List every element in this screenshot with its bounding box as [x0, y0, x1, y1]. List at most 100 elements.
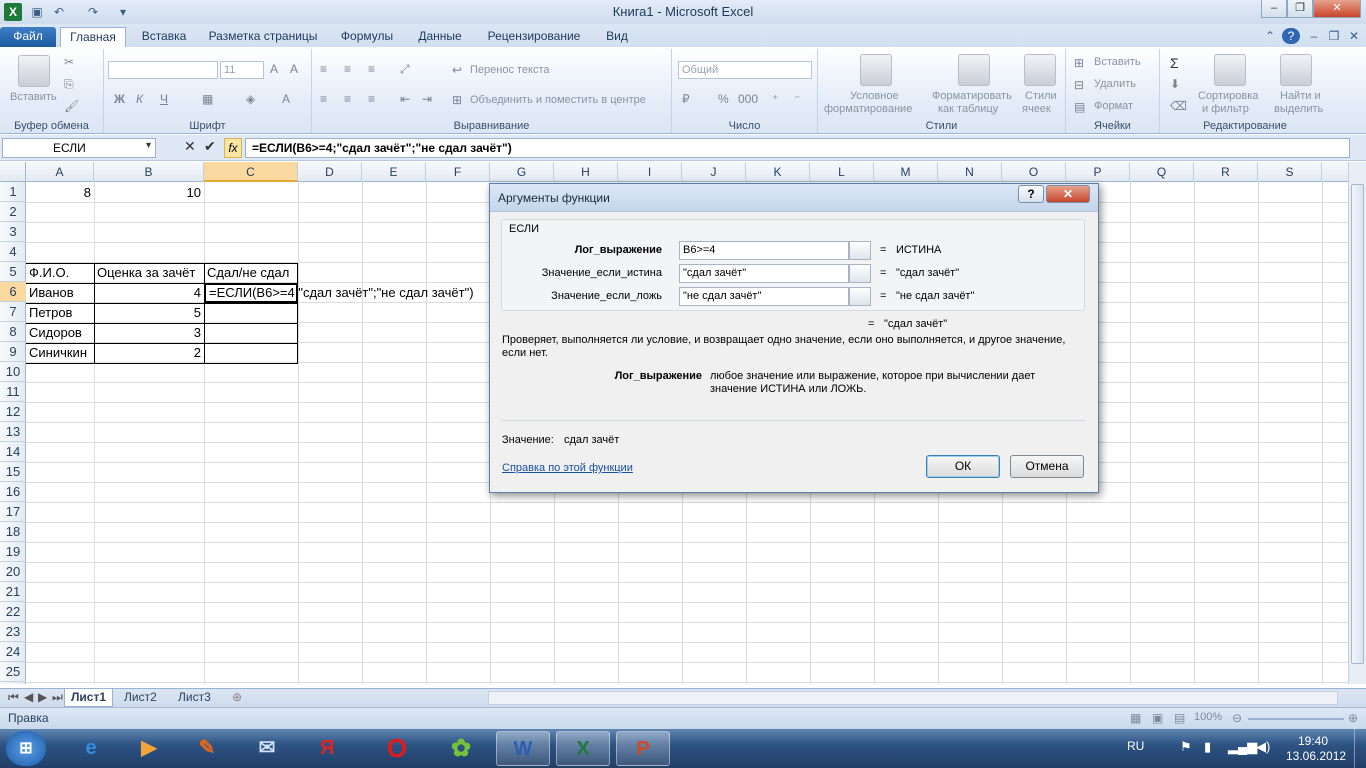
dialog-title-bar[interactable]: Аргументы функции ? ✕: [490, 184, 1098, 212]
col-header-f[interactable]: F: [426, 162, 490, 182]
horizontal-scrollbar[interactable]: [488, 691, 1338, 705]
media-player-icon[interactable]: ▶: [122, 731, 176, 766]
cell-b1[interactable]: 10: [94, 183, 204, 203]
insert-cells-button[interactable]: Вставить: [1094, 56, 1141, 68]
row-header-14[interactable]: 14: [0, 442, 26, 462]
clear-icon[interactable]: ⌫: [1170, 99, 1187, 113]
row-header-17[interactable]: 17: [0, 502, 26, 522]
col-header-a[interactable]: A: [26, 162, 94, 182]
find-select-icon[interactable]: [1280, 54, 1312, 86]
help-link[interactable]: Справка по этой функции: [502, 462, 633, 475]
col-header-i[interactable]: I: [618, 162, 682, 182]
sheet-tab-1[interactable]: Лист1: [64, 689, 114, 707]
wrap-text-icon[interactable]: ↩: [452, 63, 462, 77]
tab-insert[interactable]: Вставка: [135, 27, 193, 47]
close-window-button[interactable]: ✕: [1313, 0, 1361, 18]
action-center-icon[interactable]: ⚑: [1180, 739, 1192, 755]
cond-format-line1[interactable]: Условное: [850, 90, 899, 102]
row-header-10[interactable]: 10: [0, 362, 26, 382]
cell-c5[interactable]: Сдал/не сдал: [204, 263, 298, 283]
paste-label[interactable]: Вставить: [10, 91, 57, 103]
cond-format-line2[interactable]: форматирование: [824, 103, 912, 115]
align-bottom-icon[interactable]: ≡: [368, 62, 375, 76]
tab-data[interactable]: Данные: [410, 27, 470, 47]
row-header-15[interactable]: 15: [0, 462, 26, 482]
insert-function-button[interactable]: fx: [224, 138, 242, 158]
row-header-13[interactable]: 13: [0, 422, 26, 442]
col-header-l[interactable]: L: [810, 162, 874, 182]
merge-center-button[interactable]: Объединить и поместить в центре: [470, 94, 646, 106]
tab-review[interactable]: Рецензирование: [480, 27, 588, 47]
col-header-m[interactable]: M: [874, 162, 938, 182]
currency-icon[interactable]: ₽: [682, 92, 690, 106]
cell-a8[interactable]: Сидоров: [26, 323, 94, 343]
col-header-p[interactable]: P: [1066, 162, 1130, 182]
row-header-2[interactable]: 2: [0, 202, 26, 222]
row-header-9[interactable]: 9: [0, 342, 26, 362]
page-layout-view-icon[interactable]: ▣: [1152, 711, 1163, 725]
start-icon[interactable]: ⊞: [6, 731, 46, 766]
row-header-25[interactable]: 25: [0, 662, 26, 682]
volume-icon[interactable]: ◀): [1256, 739, 1270, 755]
ok-button[interactable]: ОК: [926, 455, 1000, 478]
orientation-icon[interactable]: ⤢: [400, 62, 410, 77]
align-middle-icon[interactable]: ≡: [344, 62, 351, 76]
format-painter-icon[interactable]: 🖌: [64, 99, 79, 113]
minimize-button[interactable]: –: [1261, 0, 1287, 18]
cell-b6[interactable]: 4: [94, 283, 204, 303]
tab-home[interactable]: Главная: [60, 27, 126, 47]
row-header-24[interactable]: 24: [0, 642, 26, 662]
icq-icon[interactable]: ✿: [434, 731, 488, 766]
sort-filter-icon[interactable]: [1214, 54, 1246, 86]
tab-file[interactable]: Файл: [0, 27, 56, 47]
row-header-23[interactable]: 23: [0, 622, 26, 642]
cell-a9[interactable]: Синичкин: [26, 343, 94, 363]
col-header-j[interactable]: J: [682, 162, 746, 182]
shrink-font-icon[interactable]: A: [290, 62, 298, 76]
fill-icon[interactable]: ⬇: [1170, 77, 1180, 91]
cell-a1[interactable]: 8: [26, 183, 94, 203]
align-top-icon[interactable]: ≡: [320, 62, 327, 76]
page-break-view-icon[interactable]: ▤: [1174, 711, 1185, 725]
row-header-11[interactable]: 11: [0, 382, 26, 402]
cut-icon[interactable]: ✂: [64, 55, 74, 69]
cell-styles-line2[interactable]: ячеек: [1022, 103, 1051, 115]
dialog-help-button[interactable]: ?: [1018, 185, 1044, 203]
format-as-table-icon[interactable]: [958, 54, 990, 86]
merge-icon[interactable]: ⊞: [452, 93, 462, 107]
borders-icon[interactable]: ▦: [202, 92, 213, 106]
align-left-icon[interactable]: ≡: [320, 92, 327, 106]
select-all-corner[interactable]: [0, 162, 26, 182]
col-header-e[interactable]: E: [362, 162, 426, 182]
row-header-8[interactable]: 8: [0, 322, 26, 342]
vertical-scroll-thumb[interactable]: [1351, 184, 1364, 664]
increase-decimal-icon[interactable]: ⁺: [772, 92, 778, 106]
name-box[interactable]: ЕСЛИ: [2, 138, 156, 158]
dialog-close-button[interactable]: ✕: [1046, 185, 1090, 203]
col-header-g[interactable]: G: [490, 162, 554, 182]
normal-view-icon[interactable]: ▦: [1130, 711, 1141, 725]
arg2-collapse-icon[interactable]: [849, 264, 871, 283]
format-table-line1[interactable]: Форматировать: [932, 90, 1012, 102]
col-header-r[interactable]: R: [1194, 162, 1258, 182]
font-size-combo[interactable]: 11: [220, 61, 264, 79]
arg3-input[interactable]: "не сдал зачёт": [679, 287, 849, 306]
arg3-collapse-icon[interactable]: [849, 287, 871, 306]
tab-page-layout[interactable]: Разметка страницы: [202, 27, 324, 47]
cell-styles-icon[interactable]: [1024, 54, 1056, 86]
excel-icon[interactable]: X: [556, 731, 610, 766]
format-cells-button[interactable]: Формат: [1094, 100, 1133, 112]
align-right-icon[interactable]: ≡: [368, 92, 375, 106]
cell-b8[interactable]: 3: [94, 323, 204, 343]
cancel-button[interactable]: Отмена: [1010, 455, 1084, 478]
thousands-icon[interactable]: 000: [738, 92, 758, 106]
cell-styles-line1[interactable]: Стили: [1025, 90, 1057, 102]
col-header-s[interactable]: S: [1258, 162, 1322, 182]
workbook-restore-icon[interactable]: ❐: [1326, 27, 1342, 47]
network-icon[interactable]: ▂▄▆: [1228, 739, 1257, 755]
number-format-combo[interactable]: Общий: [678, 61, 812, 79]
wrap-text-button[interactable]: Перенос текста: [470, 64, 550, 76]
col-header-b[interactable]: B: [94, 162, 204, 182]
row-header-7[interactable]: 7: [0, 302, 26, 322]
formula-input[interactable]: =ЕСЛИ(B6>=4;"сдал зачёт";"не сдал зачёт"…: [245, 138, 1350, 158]
